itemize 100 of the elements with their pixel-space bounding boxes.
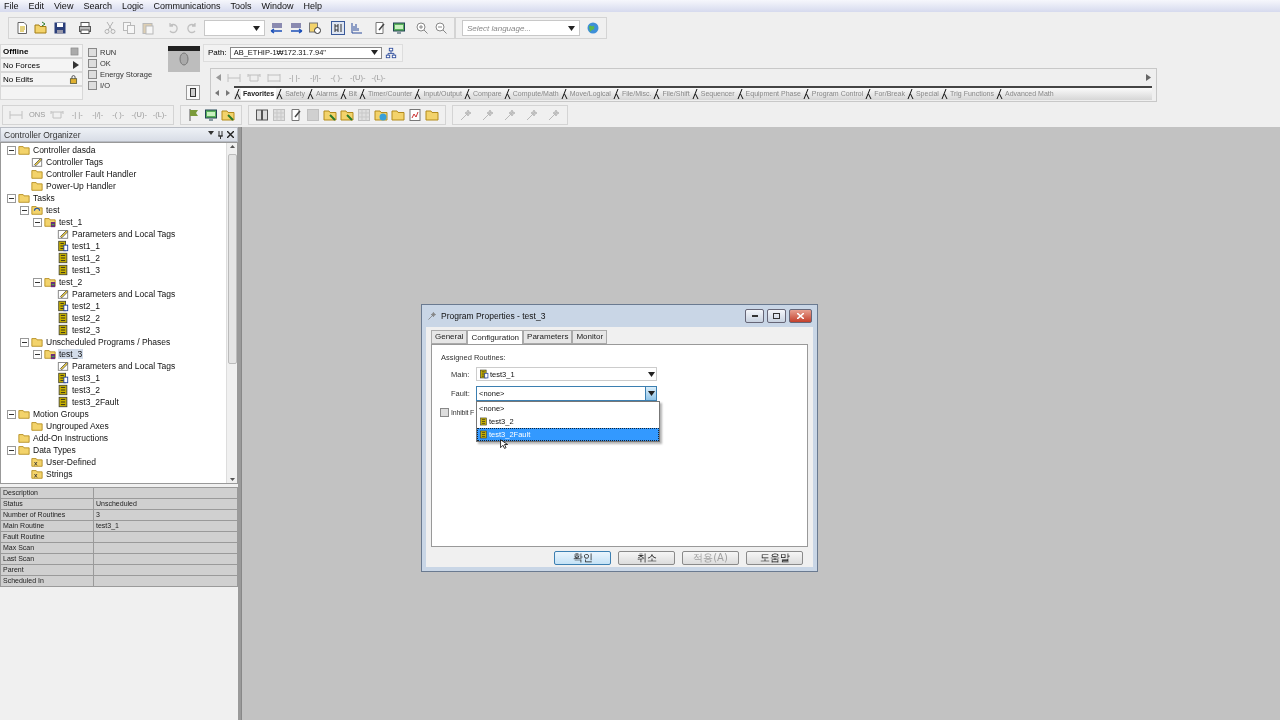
- edit-document-icon[interactable]: [373, 21, 387, 35]
- tree-item[interactable]: Add-On Instructions: [32, 433, 110, 443]
- tree-item[interactable]: Motion Groups: [32, 409, 90, 419]
- close-icon[interactable]: [227, 130, 234, 138]
- tree-item[interactable]: test2_3: [71, 325, 101, 335]
- book-icon[interactable]: [255, 107, 269, 122]
- tree-item[interactable]: Ungrouped Axes: [45, 421, 110, 431]
- monitor-icon[interactable]: [204, 107, 218, 122]
- mode-status[interactable]: Offline: [0, 44, 83, 58]
- verify-icon[interactable]: [308, 21, 322, 35]
- collapse-icon[interactable]: [33, 349, 42, 359]
- dropdown-button[interactable]: [645, 387, 656, 400]
- tree-item[interactable]: test_3: [58, 349, 84, 359]
- tree-item[interactable]: Data Types: [32, 445, 77, 455]
- chart-document-icon[interactable]: [408, 107, 422, 122]
- tree-item[interactable]: Strings: [45, 469, 74, 479]
- scroll-up-icon[interactable]: [229, 145, 235, 148]
- tree-item[interactable]: test3_2Fault: [71, 397, 120, 407]
- tree-item[interactable]: User-Defined: [45, 457, 98, 467]
- tree-item[interactable]: test_2: [58, 277, 84, 287]
- minimize-button[interactable]: [745, 309, 764, 323]
- arrow-right-icon: [73, 61, 79, 69]
- scroll-left-icon[interactable]: [216, 74, 221, 82]
- open-folder-icon[interactable]: [34, 21, 48, 35]
- tree-item[interactable]: test1_3: [71, 265, 101, 275]
- tree-item[interactable]: Tasks: [32, 193, 56, 203]
- dialog-button[interactable]: 취소: [618, 551, 675, 565]
- pin-icon[interactable]: [218, 130, 223, 139]
- upload-icon[interactable]: [270, 21, 284, 35]
- globe-folder-icon[interactable]: [374, 107, 388, 122]
- network-icon[interactable]: [384, 46, 397, 59]
- collapse-icon[interactable]: [7, 145, 16, 155]
- zoom-out-icon[interactable]: [434, 21, 448, 35]
- folder-icon[interactable]: [323, 107, 337, 122]
- scroll-down-icon[interactable]: [229, 478, 235, 481]
- forces-status[interactable]: No Forces: [0, 58, 83, 72]
- menu-item[interactable]: Edit: [28, 0, 45, 12]
- trend-icon[interactable]: [350, 21, 364, 35]
- menu-item[interactable]: File: [4, 0, 19, 12]
- edit-document-icon[interactable]: [289, 107, 303, 122]
- menu-item[interactable]: Communications: [153, 0, 221, 12]
- new-file-icon[interactable]: [15, 21, 29, 35]
- dialog-tab[interactable]: Monitor: [572, 330, 608, 344]
- tab-right-icon[interactable]: [226, 90, 230, 97]
- dropdown-icon[interactable]: [208, 130, 214, 135]
- tab-left-icon[interactable]: [215, 90, 219, 97]
- collapse-icon[interactable]: [7, 445, 16, 455]
- collapse-icon[interactable]: [20, 337, 29, 347]
- tree-item[interactable]: Unscheduled Programs / Phases: [45, 337, 172, 347]
- collapse-icon[interactable]: [7, 409, 16, 419]
- language-select[interactable]: Select language...: [462, 20, 580, 36]
- folder-icon[interactable]: [391, 107, 405, 122]
- tree-item[interactable]: Controller dasda: [32, 145, 97, 155]
- download-icon[interactable]: [289, 21, 303, 35]
- collapse-icon[interactable]: [33, 217, 42, 227]
- collapse-icon[interactable]: [33, 277, 42, 287]
- tree-item[interactable]: test1_2: [71, 253, 101, 263]
- menu-item[interactable]: Tools: [230, 0, 252, 12]
- tree-item[interactable]: Parameters and Local Tags: [71, 229, 177, 239]
- tree-item[interactable]: Parameters and Local Tags: [71, 361, 177, 371]
- menu-item[interactable]: View: [54, 0, 74, 12]
- tree-item[interactable]: test2_1: [71, 301, 101, 311]
- scroll-right-icon[interactable]: [1146, 74, 1151, 82]
- collapse-icon[interactable]: [7, 193, 16, 203]
- controller-button[interactable]: [186, 85, 200, 100]
- edits-status[interactable]: No Edits: [0, 72, 83, 86]
- tree-item[interactable]: Power-Up Handler: [45, 181, 117, 191]
- inhibit-checkbox[interactable]: [440, 408, 449, 417]
- globe-icon[interactable]: [586, 21, 600, 35]
- folder-icon[interactable]: [340, 107, 354, 122]
- tab-separator-icon: [339, 88, 347, 100]
- dialog-tab[interactable]: Parameters: [523, 330, 573, 344]
- tree-item[interactable]: Parameters and Local Tags: [71, 289, 177, 299]
- tree-item[interactable]: test_1: [58, 217, 84, 227]
- tree-item[interactable]: test: [45, 205, 61, 215]
- tree-item[interactable]: test2_2: [71, 313, 101, 323]
- scroll-thumb[interactable]: [227, 154, 237, 364]
- menu-item[interactable]: Logic: [121, 0, 144, 12]
- scrollbar[interactable]: [226, 143, 237, 483]
- menu-item[interactable]: Help: [303, 0, 322, 12]
- tree-item[interactable]: Controller Fault Handler: [45, 169, 138, 179]
- tree-item[interactable]: test3_1: [71, 373, 101, 383]
- save-icon[interactable]: [53, 21, 67, 35]
- ladder-view-icon[interactable]: [331, 21, 345, 35]
- maximize-button[interactable]: [767, 309, 786, 323]
- tree-item[interactable]: test1_1: [71, 241, 101, 251]
- dialog-button[interactable]: 확인: [554, 551, 611, 565]
- monitor-icon[interactable]: [392, 21, 406, 35]
- folder-icon[interactable]: [425, 107, 439, 122]
- dialog-button[interactable]: 도움말: [746, 551, 803, 565]
- dialog-tab[interactable]: General: [431, 330, 468, 344]
- menu-item[interactable]: Window: [261, 0, 294, 12]
- menu-item[interactable]: Search: [83, 0, 112, 12]
- zoom-in-icon[interactable]: [415, 21, 429, 35]
- collapse-icon[interactable]: [20, 205, 29, 215]
- tree-item[interactable]: test3_2: [71, 385, 101, 395]
- close-button[interactable]: [789, 309, 812, 323]
- tree-item[interactable]: Controller Tags: [45, 157, 104, 167]
- print-icon[interactable]: [78, 21, 92, 35]
- folder-icon[interactable]: [221, 107, 235, 122]
